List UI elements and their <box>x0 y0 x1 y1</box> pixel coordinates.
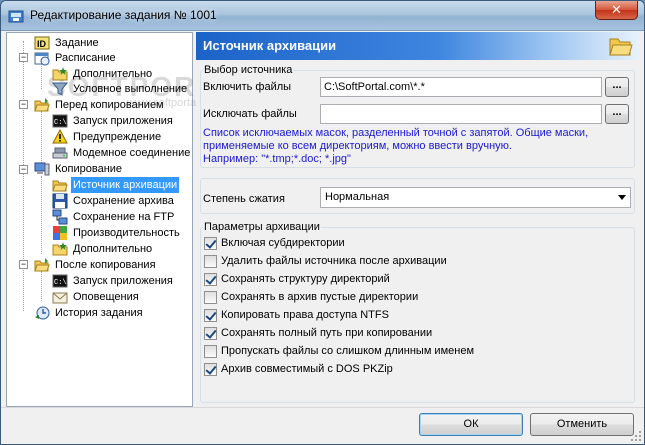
exclude-files-input[interactable] <box>320 104 602 124</box>
computer-icon <box>34 162 50 176</box>
option-checkbox-row[interactable]: Включая субдиректории <box>204 235 345 251</box>
history-icon <box>35 306 50 320</box>
option-checkbox[interactable] <box>204 344 217 358</box>
include-files-input[interactable] <box>320 77 602 97</box>
floppy-icon <box>52 193 68 209</box>
svg-text:C:\: C:\ <box>54 119 67 127</box>
option-label: Сохранять полный путь при копировании <box>221 327 433 339</box>
option-label: Удалить файлы источника после архивации <box>221 255 447 267</box>
tree-item-history[interactable]: История задания <box>34 305 145 321</box>
svg-text:C:\: C:\ <box>54 279 67 287</box>
svg-text:ID: ID <box>37 39 47 49</box>
window-title: Редактирование задания № 1001 <box>30 8 217 22</box>
exclude-label: Исключать файлы <box>203 108 297 120</box>
option-label: Включая субдиректории <box>221 237 345 249</box>
source-group-caption: Выбор источника <box>203 64 294 76</box>
folder-open-icon <box>34 98 50 112</box>
folder-star-icon <box>52 67 68 81</box>
tree-item-before-copy[interactable]: Перед копированием <box>34 97 166 113</box>
settings-panel: Источник архивации Выбор источника Включ… <box>196 32 639 407</box>
option-checkbox-row[interactable]: Сохранять полный путь при копировании <box>204 325 432 341</box>
tree-item-modem[interactable]: Модемное соединение <box>52 145 192 161</box>
compression-label: Степень сжатия <box>203 193 285 205</box>
tree-item-before-run-app[interactable]: C:\ Запуск приложения <box>52 113 175 129</box>
tree-item-save-ftp[interactable]: Сохранение на FTP <box>52 209 176 225</box>
option-checkbox[interactable] <box>204 362 217 376</box>
folder-star-icon <box>52 242 68 256</box>
footer-separator <box>1 407 644 408</box>
close-button[interactable]: ✕ <box>595 1 638 20</box>
tree-item-copy[interactable]: Копирование <box>34 161 124 177</box>
option-checkbox-row[interactable]: Копировать права доступа NTFS <box>204 307 389 323</box>
tree-item-performance[interactable]: Производительность <box>52 225 182 241</box>
warning-icon <box>52 129 68 144</box>
option-checkbox[interactable] <box>204 254 217 268</box>
option-checkbox-row[interactable]: Сохранять в архив пустые директории <box>204 289 418 305</box>
console-icon: C:\ <box>52 114 68 128</box>
option-label: Пропускать файлы со слишком длинным имен… <box>221 345 475 357</box>
exclude-hint: Список исключаемых масок, разделенный то… <box>203 127 589 165</box>
schedule-icon <box>34 52 50 66</box>
resize-grip-icon[interactable] <box>630 430 642 442</box>
tree-item-task[interactable]: ID Задание <box>34 35 101 51</box>
tree-item-schedule[interactable]: Расписание <box>34 50 118 66</box>
panel-title: Источник архивации <box>203 38 337 53</box>
option-checkbox[interactable] <box>204 326 217 340</box>
option-label: Копировать права доступа NTFS <box>221 309 389 321</box>
tree-item-after-run-app[interactable]: C:\ Запуск приложения <box>52 273 175 289</box>
close-icon: ✕ <box>611 2 622 17</box>
include-label: Включить файлы <box>203 81 292 93</box>
dialog-client: SOFTPORTAL www.softportal.com − − − − ID… <box>6 32 639 407</box>
tree-item-save-archive[interactable]: Сохранение архива <box>52 193 176 209</box>
dialog-window: Редактирование задания № 1001 ✕ SOFTPORT… <box>0 0 645 445</box>
tree-item-schedule-extra[interactable]: Дополнительно <box>52 66 154 82</box>
option-label: Архив совместимый с DOS PKZip <box>221 363 393 375</box>
option-checkbox[interactable] <box>204 272 217 286</box>
title-bar[interactable]: Редактирование задания № 1001 ✕ <box>1 1 644 31</box>
folder-open-icon <box>52 180 68 192</box>
tree-item-conditional[interactable]: Условное выполнение <box>52 81 189 97</box>
expander-copy[interactable]: − <box>19 165 28 174</box>
modem-icon <box>52 147 68 159</box>
option-checkbox-row[interactable]: Сохранять структуру директорий <box>204 271 390 287</box>
ok-button[interactable]: ОК <box>419 413 523 436</box>
tree-item-copy-extra[interactable]: Дополнительно <box>52 241 154 257</box>
option-checkbox[interactable] <box>204 308 217 322</box>
cancel-button[interactable]: Отменить <box>530 413 634 436</box>
tree-item-archive-source[interactable]: Источник архивации <box>52 177 180 193</box>
network-icon <box>52 209 68 225</box>
settings-tree[interactable]: SOFTPORTAL www.softportal.com − − − − ID… <box>6 32 253 407</box>
console-icon: C:\ <box>52 274 68 288</box>
option-checkbox-row[interactable]: Архив совместимый с DOS PKZip <box>204 361 393 377</box>
option-label: Сохранять структуру директорий <box>221 273 390 285</box>
expander-after-copy[interactable]: − <box>19 260 28 269</box>
app-icon <box>8 10 24 23</box>
tree-item-after-copy[interactable]: После копирования <box>34 257 158 273</box>
folder-open-icon <box>34 258 50 272</box>
compression-select[interactable]: Нормальная <box>320 187 631 208</box>
tree-item-notifications[interactable]: Оповещения <box>52 289 141 305</box>
folder-open-icon <box>609 38 633 56</box>
expander-before-copy[interactable]: − <box>19 100 28 109</box>
option-checkbox-row[interactable]: Удалить файлы источника после архивации <box>204 253 447 269</box>
option-label: Сохранять в архив пустые директории <box>221 291 419 303</box>
option-checkbox[interactable] <box>204 236 217 250</box>
tree-item-warning[interactable]: Предупреждение <box>52 129 163 145</box>
params-group-caption: Параметры архивации <box>203 221 321 233</box>
chevron-down-icon <box>618 195 626 200</box>
puzzle-icon <box>53 226 67 240</box>
mail-icon <box>52 292 68 304</box>
option-checkbox[interactable] <box>204 290 217 304</box>
filter-icon <box>52 82 68 96</box>
expander-schedule[interactable]: − <box>19 53 28 62</box>
exclude-browse-button[interactable]: ... <box>605 104 629 124</box>
option-checkbox-row[interactable]: Пропускать файлы со слишком длинным имен… <box>204 343 474 359</box>
panel-header: Источник архивации <box>196 32 639 60</box>
id-icon: ID <box>34 36 50 50</box>
include-browse-button[interactable]: ... <box>605 77 629 97</box>
